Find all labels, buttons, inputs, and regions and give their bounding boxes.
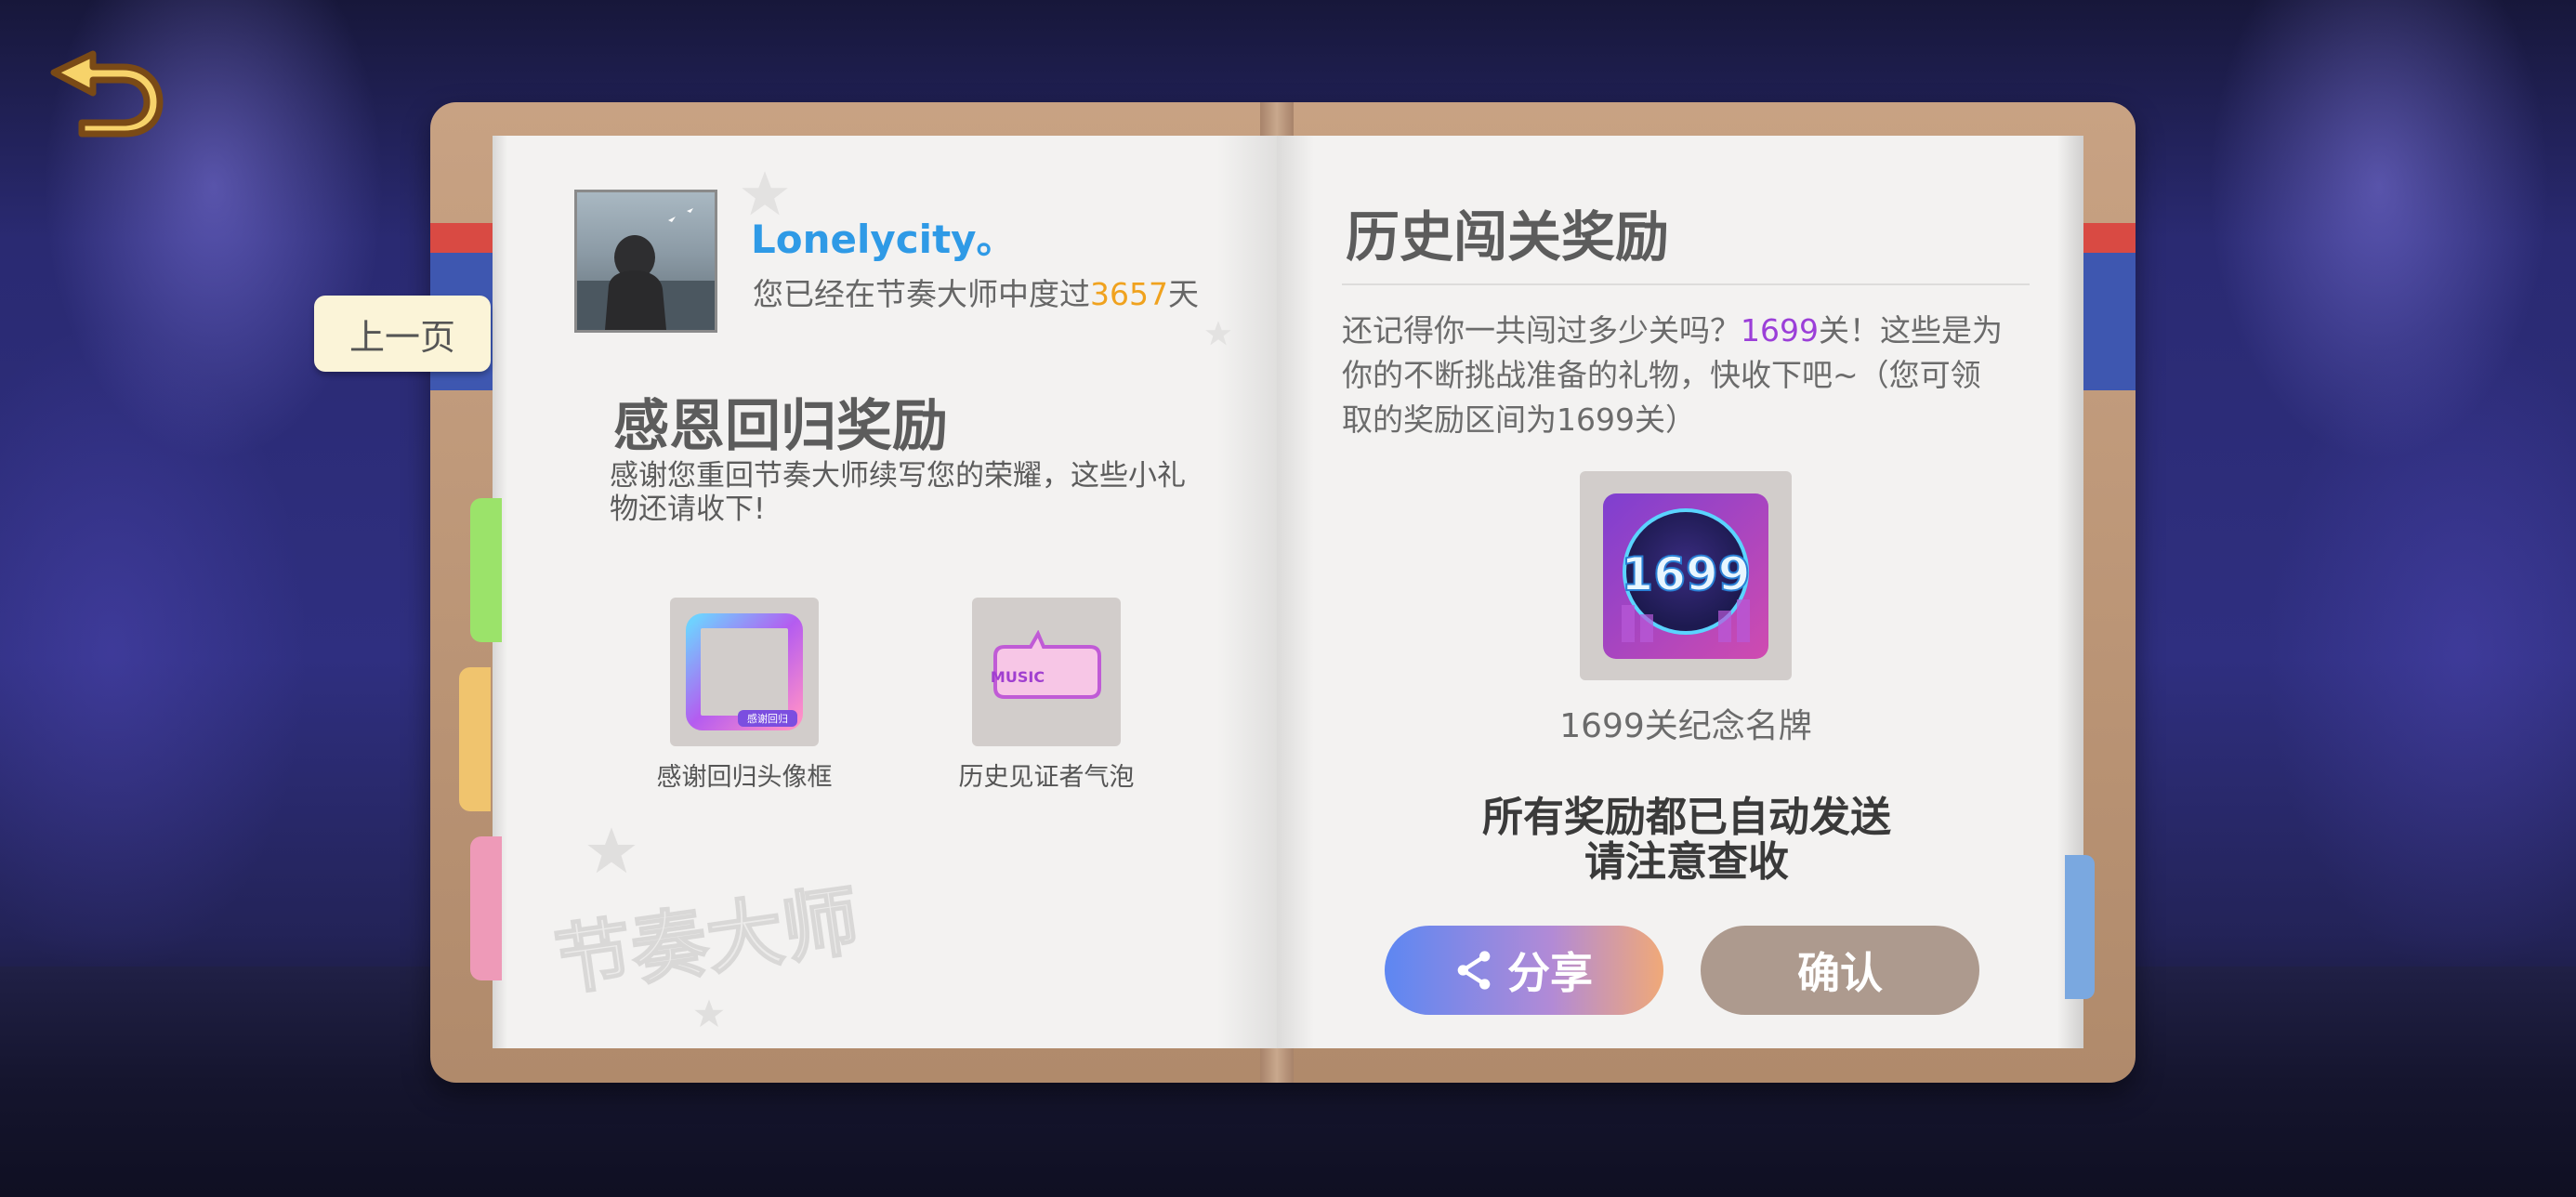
side-tab-pink[interactable] bbox=[470, 836, 502, 980]
back-arrow-icon bbox=[50, 50, 164, 138]
medal-plate-icon: 1699 bbox=[1603, 493, 1768, 659]
desc-prefix: 还记得你一共闯过多少关吗？ bbox=[1342, 312, 1741, 349]
history-reward-description: 还记得你一共闯过多少关吗？1699关！这些是为你的不断挑战准备的礼物，快收下吧~… bbox=[1342, 309, 2011, 442]
return-reward-title: 感恩回归奖励 bbox=[613, 394, 948, 459]
side-tab-blue[interactable] bbox=[2065, 855, 2095, 999]
gift-label: 历史见证者气泡 bbox=[958, 763, 1135, 792]
side-tab-orange[interactable] bbox=[459, 667, 491, 811]
username: Lonelycity。 bbox=[751, 217, 1016, 262]
notice-line-1: 所有奖励都已自动发送 bbox=[1482, 794, 1891, 841]
days-prefix: 您已经在节奏大师中度过 bbox=[753, 276, 1090, 312]
back-button[interactable] bbox=[37, 37, 167, 139]
avatar-frame-icon: 感谢回归 bbox=[686, 613, 803, 730]
prev-page-button[interactable]: 上一页 bbox=[314, 296, 491, 372]
notice-line-2: 请注意查收 bbox=[1584, 838, 1789, 886]
auto-send-notice: 所有奖励都已自动发送 请注意查收 bbox=[1394, 796, 1979, 885]
avatar bbox=[574, 190, 717, 333]
title-divider bbox=[1342, 283, 2030, 285]
side-tab-green[interactable] bbox=[470, 498, 502, 642]
history-reward-title: 历史闯关奖励 bbox=[1346, 205, 1670, 269]
days-played-text: 您已经在节奏大师中度过3657天 bbox=[753, 270, 1199, 314]
avatar-frame-badge-text: 感谢回归 bbox=[747, 712, 788, 725]
share-label: 分享 bbox=[1507, 948, 1593, 998]
return-reward-description: 感谢您重回节奏大师续写您的荣耀，这些小礼物还请收下! bbox=[610, 459, 1186, 526]
medal-number: 1699 bbox=[1621, 547, 1750, 601]
avatar-frame-reward[interactable]: 感谢回归 bbox=[670, 598, 819, 746]
share-button[interactable]: 分享 bbox=[1385, 926, 1663, 1015]
level-count: 1699 bbox=[1741, 312, 1819, 349]
star-icon bbox=[694, 999, 724, 1028]
days-suffix: 天 bbox=[1167, 276, 1199, 312]
gift-label: 感谢回归头像框 bbox=[656, 763, 833, 792]
star-icon bbox=[587, 827, 636, 874]
confirm-button[interactable]: 确认 bbox=[1701, 926, 1979, 1015]
chat-bubble-reward[interactable]: MUSIC bbox=[972, 598, 1121, 746]
medal-reward[interactable]: 1699 bbox=[1580, 471, 1792, 680]
share-icon bbox=[1457, 951, 1491, 990]
chat-bubble-badge-text: MUSIC bbox=[991, 668, 1045, 686]
chat-bubble-icon: MUSIC bbox=[991, 630, 1101, 699]
medal-label: 1699关纪念名牌 bbox=[1559, 707, 1812, 745]
star-icon bbox=[1205, 321, 1231, 346]
days-value: 3657 bbox=[1090, 276, 1168, 312]
